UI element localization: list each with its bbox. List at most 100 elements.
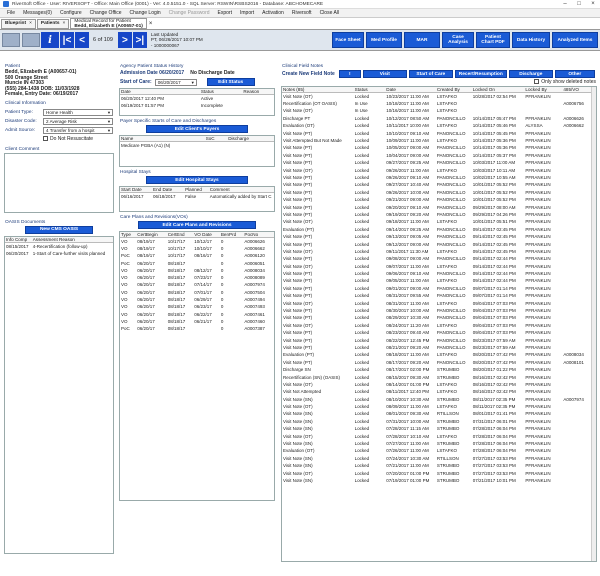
show-deleted-checkbox[interactable]	[534, 79, 540, 85]
table-row[interactable]: Visit Note (PT) Locked 09/27/2017 09:25 AM…	[282, 159, 594, 166]
table-row[interactable]: Evaluation (PT) Locked 09/14/2017 09:25 AM…	[282, 226, 594, 233]
menu-configure[interactable]: Configure	[56, 10, 86, 16]
table-row[interactable]: Visit Note (PT) Locked 09/12/2017 09:00 AM…	[282, 240, 594, 247]
table-row[interactable]: Evaluation (PT) Locked 08/18/2017 11:00 AM…	[282, 351, 594, 358]
table-row[interactable]: Visit Note (PT) Locked 09/21/2017 09:00 AM…	[282, 196, 594, 203]
table-row[interactable]: VO 06/20/17 08/18/17 06/22/17 0 A0007461	[120, 310, 274, 317]
table-row[interactable]: Medicare PGBA (A1) (N)	[120, 142, 274, 149]
case-analysis-button[interactable]: Case Analysis	[442, 32, 474, 48]
mar-button[interactable]: MAR	[404, 32, 440, 48]
table-row[interactable]: Visit Note (PT) Locked 09/26/2017 10:00 AM…	[282, 189, 594, 196]
tab-patients[interactable]: Patients ×	[36, 18, 70, 29]
table-row[interactable]: Visit Note (PT) Locked 08/21/2017 09:20 AM…	[282, 344, 594, 351]
table-row[interactable]: Discharge SN Locked 08/17/2017 02:00 PM STR…	[282, 366, 594, 373]
edit-status-button[interactable]: Edit Status	[206, 78, 255, 86]
table-row[interactable]: Visit Note (PT) Locked 10/10/2017 09:10 AM…	[282, 129, 594, 136]
table-row[interactable]: Visit Note (SN) Locked 07/27/2017 11:00 AM…	[282, 440, 594, 447]
disaster-code-select[interactable]: 2 Average Risk ▼	[43, 117, 113, 125]
calendar-icon[interactable]: ▼	[191, 80, 195, 85]
analyzed-items-button[interactable]: Analyzed Items	[552, 32, 598, 48]
table-row[interactable]: Visit Note (PT) Locked 08/22/2017 12:45 PM…	[282, 336, 594, 343]
new-cms-oasis-button[interactable]: New CMS OASIS	[25, 225, 93, 234]
tab-medical-record[interactable]: Medical Record for Patient Bedd, Elizabe…	[70, 18, 147, 29]
table-row[interactable]: Visit Note (OT) In Use 10/16/2017 11:00 AM…	[282, 107, 594, 114]
edit-care-plans-button[interactable]: Edit Care Plans and Revisions	[138, 221, 256, 229]
table-row[interactable]: Visit Note (OT) Locked 09/11/2017 11:30 AM…	[282, 248, 594, 255]
table-row[interactable]: Visit Note (SN) Locked 07/21/2017 11:00 AM…	[282, 462, 594, 469]
table-row[interactable]: Visit Note (OT) Locked 08/14/2017 01:00 PM…	[282, 381, 594, 388]
edit-hospital-stays-button[interactable]: Edit Hospital Stays	[146, 176, 248, 184]
table-row[interactable]: Visit Note (PT) Locked 08/30/2017 10:00 AM…	[282, 307, 594, 314]
tab-blueprint[interactable]: Blueprint ×	[1, 18, 36, 29]
table-row[interactable]: Visit Note (PT) Locked 09/19/2017 09:20 AM…	[282, 211, 594, 218]
table-row[interactable]: Visit Note (PT) Locked 10/05/2017 09:00 AM…	[282, 144, 594, 151]
table-row[interactable]: Recertification (SN) (OASIS) Locked 08/15/…	[282, 373, 594, 380]
table-row[interactable]: Visit Note (OT) Locked 09/26/2017 11:00 AM…	[282, 166, 594, 173]
table-row[interactable]: Visit Not Attempted Locked 08/11/2017 12:4…	[282, 388, 594, 395]
table-row[interactable]: 08/15/2017 4-Recertification (follow-up)	[5, 242, 113, 249]
menu-export[interactable]: Export	[214, 10, 236, 16]
table-row[interactable]: Visit Note (PT) Locked 09/27/2017 10:40 AM…	[282, 181, 594, 188]
table-row[interactable]: Visit Note (PT) Locked 10/04/2017 09:00 AM…	[282, 152, 594, 159]
next-record-icon[interactable]: >	[117, 32, 132, 48]
minimize-icon[interactable]: –	[558, 0, 572, 9]
edit-clients-payers-button[interactable]: Edit Client's Payers	[146, 125, 248, 133]
table-row[interactable]: Visit Note (OT) Locked 08/24/2017 11:20 AM…	[282, 322, 594, 329]
menu-change-password[interactable]: Change Password	[165, 10, 214, 16]
dnr-checkbox[interactable]	[43, 136, 48, 142]
table-row[interactable]: Visit Note (PT) Locked 09/05/2017 11:00 AM…	[282, 277, 594, 284]
info-icon[interactable]: i	[41, 32, 59, 48]
table-row[interactable]: VO 06/20/17 08/18/17 07/23/17 0 A0008089	[120, 274, 274, 281]
menu-file[interactable]: File	[3, 10, 19, 16]
table-row[interactable]: Visit Attempted But Not Made Locked 10/09/…	[282, 137, 594, 144]
table-row[interactable]: PoC 06/20/17 08/18/17 0 A0007387	[120, 325, 274, 332]
close-icon[interactable]: ×	[63, 21, 66, 26]
table-row[interactable]: Visit Note (SN) Locked 08/01/2017 09:30 AM…	[282, 410, 594, 417]
table-row[interactable]: VO 06/20/17 08/18/17 08/12/17 0 A0008034	[120, 267, 274, 274]
first-record-icon[interactable]: |<	[60, 32, 74, 48]
table-row[interactable]: Evaluation (OT) Locked 07/26/2017 11:00 AM…	[282, 447, 594, 454]
table-row[interactable]: PoC 08/19/17 10/17/17 08/16/17 0 A0006120	[120, 252, 274, 259]
last-record-icon[interactable]: >|	[132, 32, 147, 48]
blank-button[interactable]	[22, 33, 40, 47]
close-icon[interactable]: ×	[29, 21, 32, 26]
close-icon[interactable]: ×	[149, 21, 153, 27]
table-row[interactable]: Visit Note (OT) Locked 10/23/2017 11:00 AM…	[282, 93, 594, 100]
menu-change-office[interactable]: Change Office	[86, 10, 126, 16]
table-row[interactable]: Visit Note (PT) Locked 08/17/2017 09:20 AM…	[282, 359, 594, 366]
menu-messages[interactable]: Messages(0)	[19, 10, 56, 16]
table-row[interactable]: PoC 06/20/17 08/18/17 0 A0006051	[120, 259, 274, 266]
table-row[interactable]: Visit Note (SN) Locked 07/19/2017 01:00 PM…	[282, 477, 594, 484]
table-row[interactable]: 06/19/2017 01:57 PM Incomplete	[120, 102, 274, 109]
table-row[interactable]: Visit Note (SN) Locked 08/10/2017 10:30 AM…	[282, 396, 594, 403]
start-of-care-button[interactable]: Start of Care	[408, 70, 453, 78]
data-history-button[interactable]: Data History	[512, 32, 550, 48]
patient-chart-pdf-button[interactable]: Patient Chart PDF	[476, 32, 510, 48]
table-row[interactable]: Visit Note (PT) Locked 09/01/2017 09:00 AM…	[282, 285, 594, 292]
table-row[interactable]: Visit Note (OT) Locked 07/20/2017 01:00 PM…	[282, 469, 594, 476]
table-row[interactable]: Visit Note (PT) Locked 08/29/2017 10:30 AM…	[282, 314, 594, 321]
table-row[interactable]: VO 06/20/17 08/18/17 07/14/17 0 A0007974	[120, 281, 274, 288]
soc-date-field[interactable]: 06/20/2017 ▼	[154, 78, 197, 86]
table-row[interactable]: VO 06/20/17 08/18/17 06/29/17 0 A0007494	[120, 296, 274, 303]
table-row[interactable]: Discharge PT Locked 10/12/2017 08:50 AM PAN…	[282, 115, 594, 122]
recert-resumption-button[interactable]: Recert/Resumption	[454, 70, 507, 78]
visit-button[interactable]: Visit	[362, 70, 407, 78]
med-profile-button[interactable]: Med Profile	[366, 32, 402, 48]
table-row[interactable]: Visit Note (OT) Locked 07/28/2017 10:10 AM…	[282, 432, 594, 439]
table-row[interactable]: VO 08/19/17 10/17/17 10/12/17 0 A0006626	[120, 238, 274, 245]
menu-import[interactable]: Import	[236, 10, 258, 16]
maximize-icon[interactable]: □	[572, 0, 586, 9]
table-row[interactable]: Visit Note (OT) Locked 08/31/2017 11:00 AM…	[282, 299, 594, 306]
table-row[interactable]: Visit Note (PT) Locked 09/20/2017 09:10 AM…	[282, 203, 594, 210]
table-row[interactable]: VO 06/20/17 08/18/17 06/21/17 0 A0007460	[120, 318, 274, 325]
table-row[interactable]: VO 06/20/17 08/18/17 06/23/17 0 A0007493	[120, 303, 274, 310]
table-row[interactable]: Visit Note (OT) Locked 08/09/2017 11:00 AM…	[282, 403, 594, 410]
table-row[interactable]: Recertification (OT OASIS) In Use 10/18/20…	[282, 100, 594, 107]
table-row[interactable]: Visit Note (PT) Locked 09/06/2017 09:10 AM…	[282, 270, 594, 277]
patient-type-select[interactable]: Home Health ▼	[43, 108, 113, 116]
table-row[interactable]: Visit Note (PT) Locked 09/26/2017 09:10 AM…	[282, 174, 594, 181]
table-row[interactable]: Visit Note (SN) Locked 07/28/2017 11:15 AM…	[282, 425, 594, 432]
table-row[interactable]: Visit Note (SN) Locked 07/31/2017 10:00 AM…	[282, 418, 594, 425]
exclamation-button[interactable]: !	[338, 70, 361, 78]
